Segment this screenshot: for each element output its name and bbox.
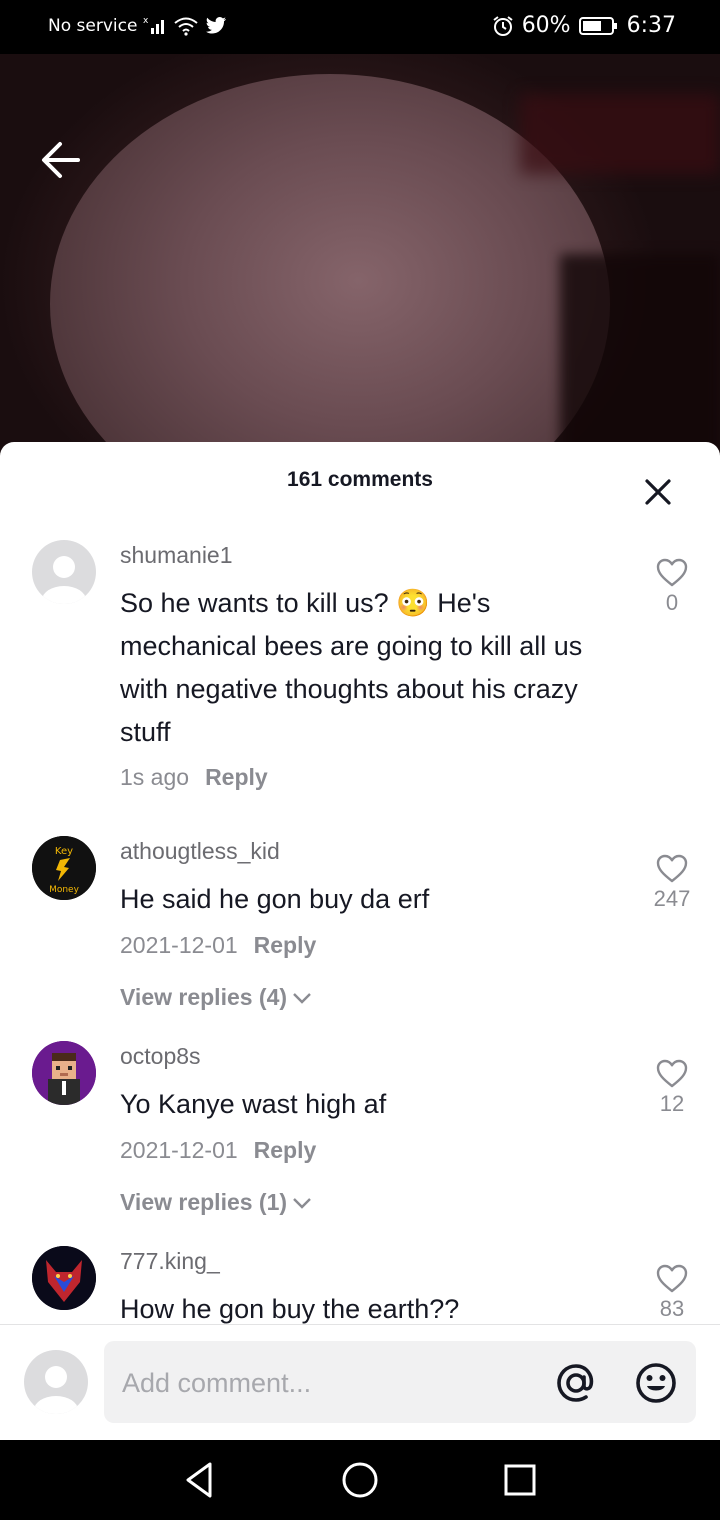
status-left: No service x — [48, 16, 227, 36]
comment-time: 2021-12-01 — [120, 932, 238, 958]
like-button[interactable]: 247 — [636, 852, 708, 912]
svg-text:Money: Money — [49, 885, 80, 895]
comment-time: 2021-12-01 — [120, 1137, 238, 1163]
alarm-icon — [492, 15, 514, 37]
square-recents-icon — [504, 1464, 536, 1496]
arrow-left-icon — [42, 142, 80, 178]
system-navigation-bar — [0, 1440, 720, 1520]
clock-time: 6:37 — [626, 13, 676, 38]
battery-icon — [578, 16, 619, 36]
comment-input[interactable] — [120, 1341, 534, 1425]
avatar[interactable] — [32, 1041, 96, 1105]
chevron-down-icon — [293, 992, 311, 1004]
wolf-avatar-icon — [32, 1246, 96, 1310]
like-count: 12 — [659, 1091, 685, 1116]
battery-percent: 60% — [521, 13, 571, 38]
like-button[interactable]: 83 — [636, 1262, 708, 1322]
comment-meta: 1s ago Reply — [120, 764, 268, 791]
heart-outline-icon — [656, 558, 688, 587]
nav-home-button[interactable] — [338, 1458, 382, 1502]
comments-list[interactable]: shumanie1 So he wants to kill us? 😳 He's… — [0, 532, 720, 1324]
reply-button[interactable]: Reply — [254, 932, 317, 959]
like-count: 247 — [653, 886, 691, 911]
like-count: 0 — [665, 590, 679, 615]
status-bar: No service x 60% 6:37 — [0, 0, 720, 54]
circle-home-icon — [342, 1462, 378, 1498]
avatar[interactable] — [32, 1246, 96, 1310]
comment-text: He said he gon buy da erf — [120, 884, 430, 914]
view-replies-button[interactable]: View replies (4) — [120, 984, 313, 1011]
heart-outline-icon — [656, 1264, 688, 1293]
svg-text:Key: Key — [55, 846, 73, 857]
emoji-button[interactable] — [632, 1359, 680, 1407]
video-frame-shade — [520, 94, 720, 174]
twitter-icon — [205, 16, 227, 36]
close-icon — [645, 479, 671, 505]
comment-text: How he gon buy the earth?? — [120, 1294, 460, 1324]
signal-icon: x — [143, 16, 167, 36]
video-player[interactable] — [0, 54, 720, 454]
heart-outline-icon — [656, 854, 688, 883]
reply-button[interactable]: Reply — [205, 764, 268, 791]
view-replies-button[interactable]: View replies (1) — [120, 1189, 313, 1216]
comment-username[interactable]: octop8s — [120, 1043, 201, 1070]
reply-button[interactable]: Reply — [254, 1137, 317, 1164]
comment-input-box[interactable] — [104, 1341, 696, 1425]
chevron-down-icon — [293, 1197, 311, 1209]
comment-time: 1s ago — [120, 764, 190, 790]
mention-button[interactable] — [552, 1359, 600, 1407]
default-avatar-icon — [32, 540, 96, 604]
view-replies-label: View replies (1) — [120, 1189, 288, 1215]
video-frame-shade — [560, 254, 720, 454]
wifi-icon — [173, 16, 199, 36]
comment-username[interactable]: athougtless_kid — [120, 838, 280, 865]
nav-recents-button[interactable] — [498, 1458, 542, 1502]
heart-outline-icon — [656, 1059, 688, 1088]
default-avatar-icon — [24, 1350, 88, 1414]
avatar[interactable]: Key Money — [32, 836, 96, 900]
nav-back-button[interactable] — [178, 1458, 222, 1502]
comment-meta: 2021-12-01 Reply — [120, 932, 316, 959]
my-avatar — [24, 1350, 88, 1414]
key-money-avatar-icon: Key Money — [32, 836, 96, 900]
comment-text: Yo Kanye wast high af — [120, 1089, 387, 1119]
comment-username[interactable]: shumanie1 — [120, 542, 233, 569]
avatar[interactable] — [32, 540, 96, 604]
like-button[interactable]: 0 — [636, 556, 708, 616]
comment-username[interactable]: 777.king_ — [120, 1248, 220, 1275]
comment-text: So he wants to kill us? 😳 He's mechanica… — [120, 588, 583, 747]
smiley-icon — [636, 1363, 676, 1403]
pixel-character-avatar-icon — [32, 1041, 96, 1105]
comment-composer — [0, 1325, 720, 1440]
comments-count-title: 161 comments — [287, 468, 433, 491]
like-button[interactable]: 12 — [636, 1057, 708, 1117]
comment-meta: 2021-12-01 Reply — [120, 1137, 316, 1164]
at-sign-icon — [557, 1364, 594, 1402]
carrier-label: No service — [48, 16, 138, 36]
status-right: 60% 6:37 — [492, 13, 676, 38]
svg-text:x: x — [143, 16, 149, 26]
back-button[interactable] — [38, 138, 82, 182]
comments-sheet: 161 comments shumanie1 So he wants to ki… — [0, 442, 720, 1440]
triangle-back-icon — [186, 1462, 212, 1498]
like-count: 83 — [659, 1296, 685, 1321]
close-button[interactable] — [638, 472, 678, 512]
view-replies-label: View replies (4) — [120, 984, 288, 1010]
